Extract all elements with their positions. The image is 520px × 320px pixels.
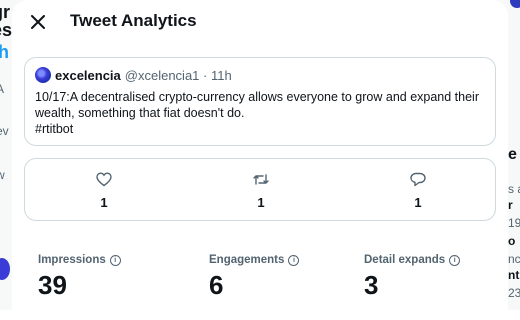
tweet-text-line: wealth, something that fiat doesn't do.	[35, 106, 245, 120]
tweet-author[interactable]: excelencia	[55, 68, 121, 83]
impressions-label: Impressions	[38, 254, 106, 266]
engagement-actions: 1 1 1	[24, 158, 496, 221]
impressions-metric: Impressions i 39	[38, 254, 121, 301]
engagements-value: 6	[209, 270, 224, 300]
avatar[interactable]	[35, 67, 51, 83]
tweet-analytics-modal: Tweet Analytics excelencia @xcelencia1 ·…	[12, 0, 508, 320]
detail-expands-value: 3	[364, 270, 379, 300]
impressions-label-row: Impressions i	[38, 254, 121, 266]
retweet-icon	[253, 174, 269, 185]
tweet-card[interactable]: excelencia @xcelencia1 · 11h 10/17:A dec…	[24, 57, 496, 146]
background-right-edge: e s a r 19 o nc nt 23	[508, 0, 520, 310]
impressions-value: 39	[38, 270, 67, 300]
close-icon	[31, 15, 45, 29]
heart-icon	[96, 172, 112, 187]
engagements-label: Engagements	[209, 254, 285, 266]
engagements-label-row: Engagements i	[209, 254, 300, 266]
reply-count: 1	[414, 195, 422, 210]
tweet-text: 10/17:A decentralised crypto-currency al…	[35, 89, 490, 137]
modal-title: Tweet Analytics	[70, 11, 197, 30]
detail-expands-metric: Detail expands i 3	[364, 254, 461, 301]
background-left-edge: gr es th A ev w (	[0, 0, 12, 310]
reply-action[interactable]: 1	[398, 172, 438, 210]
detail-expands-label: Detail expands	[364, 254, 446, 266]
tweet-text-line: 10/17:A decentralised crypto-currency al…	[35, 90, 480, 104]
engagements-metric: Engagements i 6	[209, 254, 300, 301]
like-count: 1	[100, 195, 108, 210]
retweet-count: 1	[257, 195, 265, 210]
tweet-handle: @xcelencia1 · 11h	[124, 67, 232, 83]
detail-expands-label-row: Detail expands i	[364, 254, 461, 266]
reply-icon	[410, 172, 426, 187]
close-button[interactable]	[24, 8, 52, 36]
info-icon[interactable]: i	[288, 254, 300, 266]
retweet-action[interactable]: 1	[241, 172, 281, 210]
info-icon[interactable]: i	[449, 254, 461, 266]
tweet-header: excelencia @xcelencia1 · 11h	[35, 67, 232, 83]
tweet-hashtag[interactable]: #rtitbot	[35, 121, 490, 137]
like-action[interactable]: 1	[84, 172, 124, 210]
info-icon[interactable]: i	[109, 254, 121, 266]
